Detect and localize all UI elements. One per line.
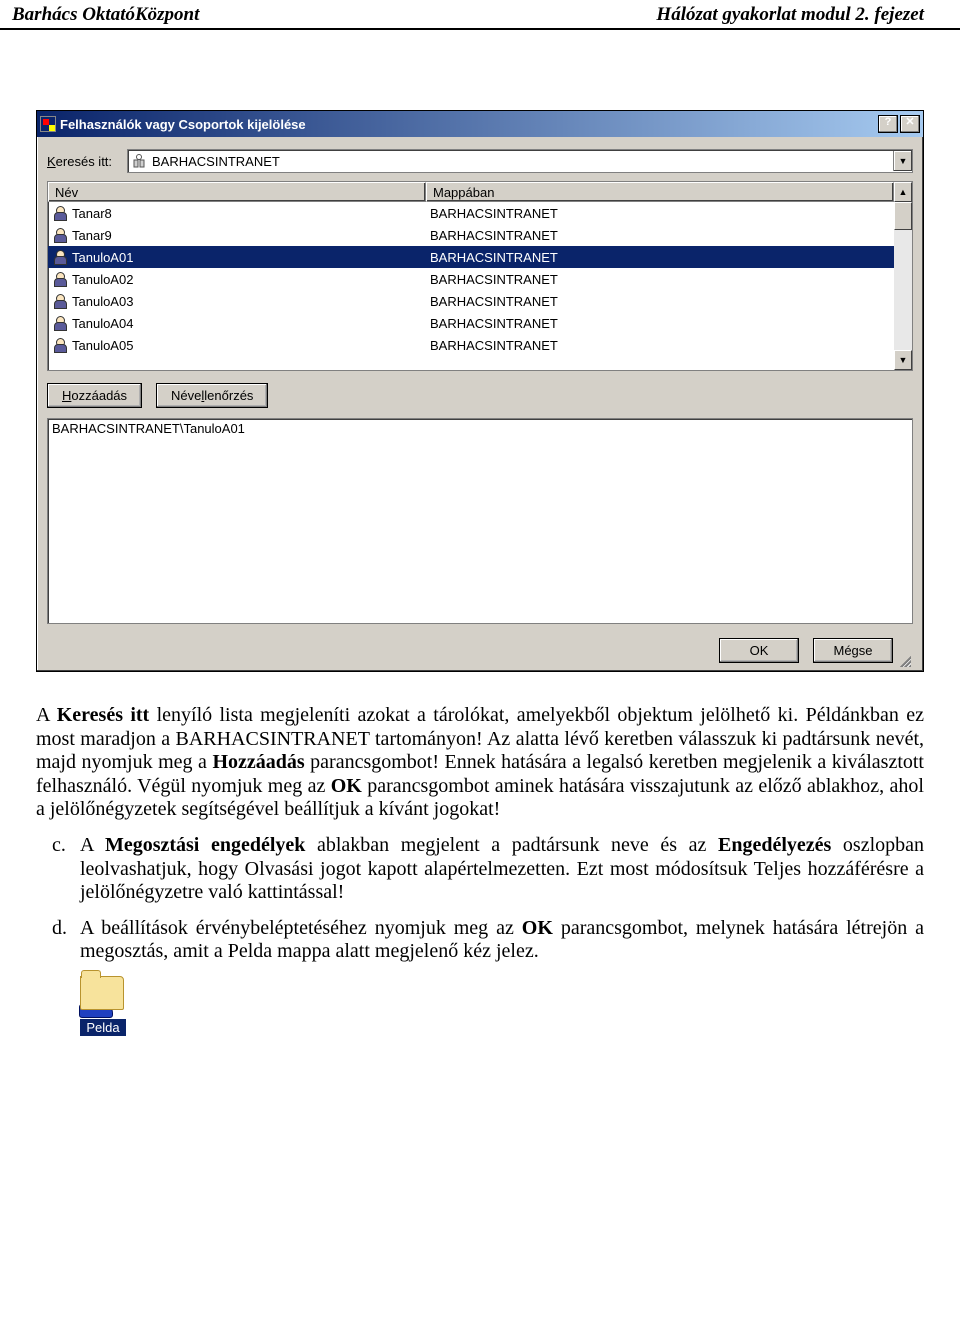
user-icon [52, 249, 68, 265]
titlebar[interactable]: Felhasználók vagy Csoportok kijelölése ?… [37, 111, 923, 137]
cell-name: TanuloA01 [48, 249, 426, 265]
user-icon [52, 315, 68, 331]
scroll-down-button[interactable]: ▼ [894, 350, 912, 370]
user-icon [52, 205, 68, 221]
scroll-thumb[interactable] [894, 202, 912, 230]
app-icon [40, 116, 56, 132]
user-icon [52, 293, 68, 309]
list-item-c: c. A Megosztási engedélyek ablakban megj… [36, 834, 924, 905]
list-item[interactable]: TanuloA04 BARHACSINTRANET [48, 312, 894, 334]
users-list[interactable]: Név Mappában Tanar8BARHACSINTRANETTanar9… [47, 181, 913, 371]
user-name: Tanar9 [72, 228, 112, 243]
cell-name: Tanar8 [48, 205, 426, 221]
cell-folder: BARHACSINTRANET [426, 250, 894, 265]
cell-folder: BARHACSINTRANET [426, 316, 894, 331]
search-in-value: BARHACSINTRANET [152, 154, 893, 169]
instruction-text: A Keresés itt lenyíló lista megjeleníti … [36, 704, 924, 1036]
li-letter-d: d. [52, 917, 67, 941]
list-item-d: d. A beállítások érvénybeléptetéséhez ny… [36, 917, 924, 964]
user-icon [52, 227, 68, 243]
li-letter-c: c. [52, 834, 66, 858]
header-right: Hálózat gyakorlat modul 2. fejezet [656, 4, 924, 26]
shared-folder-icon: Pelda [80, 976, 132, 1036]
add-button[interactable]: Hozzáadás [47, 383, 142, 408]
list-item[interactable]: TanuloA01 BARHACSINTRANET [48, 246, 894, 268]
page-header: Barhács OktatóKözpont Hálózat gyakorlat … [0, 0, 960, 30]
user-name: TanuloA03 [72, 294, 133, 309]
header-left: Barhács OktatóKözpont [12, 4, 199, 26]
help-button[interactable]: ? [878, 115, 898, 133]
dialog-title: Felhasználók vagy Csoportok kijelölése [60, 117, 306, 132]
user-icon [52, 271, 68, 287]
user-icon [52, 337, 68, 353]
user-name: TanuloA01 [72, 250, 133, 265]
folder-icon [80, 976, 124, 1010]
cell-folder: BARHACSINTRANET [426, 338, 894, 353]
cancel-button[interactable]: Mégse [813, 638, 893, 663]
user-name: TanuloA05 [72, 338, 133, 353]
cell-name: TanuloA02 [48, 271, 426, 287]
selected-result-box[interactable]: BARHACSINTRANET\TanuloA01 [47, 418, 913, 624]
cell-folder: BARHACSINTRANET [426, 294, 894, 309]
cell-name: TanuloA03 [48, 293, 426, 309]
resize-grip-icon[interactable] [897, 653, 911, 667]
search-in-label: Keresés itt: [47, 154, 127, 169]
close-button[interactable]: ✕ [900, 115, 920, 133]
cell-name: Tanar9 [48, 227, 426, 243]
selected-result-text: BARHACSINTRANET\TanuloA01 [52, 421, 245, 436]
directory-icon [132, 153, 148, 169]
list-scrollbar[interactable]: ▲ ▼ [894, 182, 912, 370]
cell-folder: BARHACSINTRANET [426, 206, 894, 221]
list-item[interactable]: Tanar9 BARHACSINTRANET [48, 224, 894, 246]
search-in-combo[interactable]: BARHACSINTRANET ▼ [127, 149, 913, 173]
column-header-name[interactable]: Név [48, 182, 426, 202]
ok-button[interactable]: OK [719, 638, 799, 663]
column-header-folder[interactable]: Mappában [426, 182, 894, 202]
name-check-button[interactable]: Névellenőrzés [156, 383, 268, 408]
folder-caption: Pelda [80, 1019, 126, 1036]
cell-folder: BARHACSINTRANET [426, 272, 894, 287]
scroll-up-button[interactable]: ▲ [894, 182, 912, 202]
list-item[interactable]: TanuloA05 BARHACSINTRANET [48, 334, 894, 356]
user-name: Tanar8 [72, 206, 112, 221]
user-name: TanuloA04 [72, 316, 133, 331]
user-name: TanuloA02 [72, 272, 133, 287]
cell-folder: BARHACSINTRANET [426, 228, 894, 243]
select-users-dialog: Felhasználók vagy Csoportok kijelölése ?… [36, 110, 924, 672]
cell-name: TanuloA05 [48, 337, 426, 353]
list-item[interactable]: Tanar8 BARHACSINTRANET [48, 202, 894, 224]
combo-drop-button[interactable]: ▼ [893, 151, 912, 171]
list-item[interactable]: TanuloA03 BARHACSINTRANET [48, 290, 894, 312]
cell-name: TanuloA04 [48, 315, 426, 331]
paragraph-1: A Keresés itt lenyíló lista megjeleníti … [36, 704, 924, 822]
list-header: Név Mappában [48, 182, 894, 202]
list-item[interactable]: TanuloA02 BARHACSINTRANET [48, 268, 894, 290]
